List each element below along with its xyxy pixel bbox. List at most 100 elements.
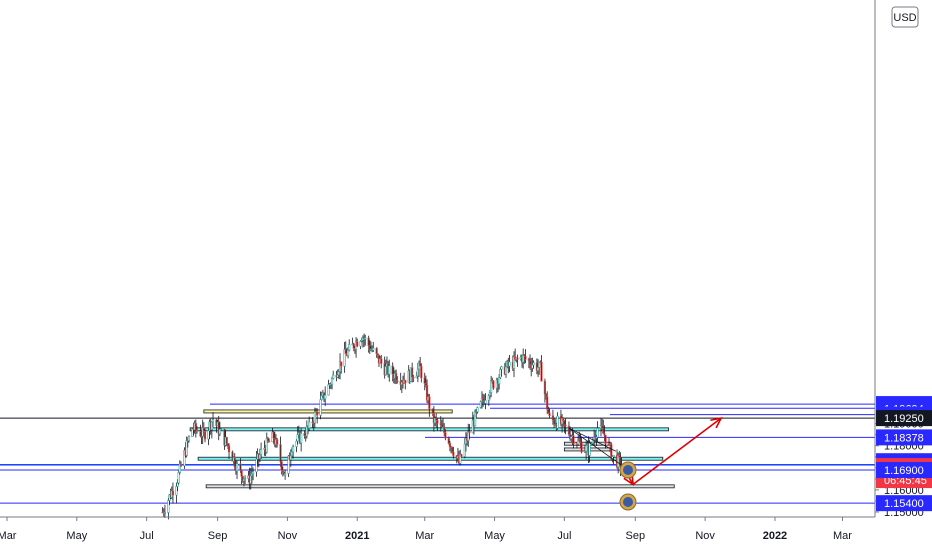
candle <box>356 338 359 347</box>
candle-body <box>295 440 298 447</box>
candle <box>384 359 387 376</box>
candle-body <box>436 420 439 424</box>
candle-body <box>448 443 452 448</box>
candle-body <box>251 471 255 475</box>
candle-body <box>443 426 446 433</box>
candle-body <box>250 473 254 477</box>
candle-body <box>499 369 502 378</box>
time-tick-label: Nov <box>278 530 298 542</box>
candle-body <box>508 361 511 367</box>
candle-body <box>601 425 604 429</box>
candle-body <box>290 451 294 457</box>
candle <box>343 341 346 373</box>
candle <box>276 437 279 448</box>
time-axis: Mar May Jul Sep Nov 2021 Mar May Jul Sep Nov 2022 Ma… <box>0 516 875 542</box>
candle-body <box>327 384 330 396</box>
candle-body <box>552 419 556 425</box>
candle-body <box>330 378 334 385</box>
candle-body <box>531 364 534 369</box>
candle-body <box>435 418 438 421</box>
candle-body <box>300 433 303 444</box>
zone-rectangle[interactable] <box>197 456 664 461</box>
candle-body <box>546 396 549 410</box>
zone-rectangle[interactable] <box>205 484 675 489</box>
candle <box>492 380 495 390</box>
candle-body <box>468 431 471 434</box>
candle-body <box>492 380 495 389</box>
candle-body <box>372 347 375 351</box>
candle-body <box>199 431 202 437</box>
candle-body <box>296 434 299 442</box>
time-tick-label: 2022 <box>763 530 787 542</box>
candle-body <box>488 392 492 396</box>
candle-body <box>266 438 270 442</box>
candle <box>171 482 175 504</box>
candle-body <box>551 415 555 421</box>
time-tick-label: 2021 <box>345 530 369 542</box>
candle <box>243 475 247 485</box>
candle-body <box>308 421 311 429</box>
candle-body <box>476 407 479 413</box>
candle <box>227 443 231 459</box>
flag-icon <box>623 465 633 475</box>
candle-body <box>419 362 422 367</box>
candle-body <box>612 454 615 457</box>
price-label-text: 1.19250 <box>884 413 924 425</box>
candle <box>327 379 330 396</box>
candle-body <box>211 419 215 423</box>
candle-body <box>207 430 210 440</box>
candle-body <box>352 343 355 349</box>
candle <box>194 419 197 438</box>
candle-body <box>490 380 493 393</box>
candle-body <box>580 442 583 453</box>
candle-body <box>431 408 434 414</box>
candle-body <box>356 341 359 347</box>
candle <box>512 351 516 378</box>
candle <box>217 415 220 441</box>
candle <box>580 437 583 454</box>
candle-body <box>532 362 535 366</box>
candle-body <box>344 349 347 354</box>
candle-body <box>396 380 399 383</box>
price-chart[interactable]: 1.150001.155001.160001.165001.170001.175… <box>0 0 932 550</box>
candle-body <box>226 443 229 447</box>
candle-body <box>337 371 341 376</box>
candle-body <box>272 431 275 439</box>
candle <box>516 354 519 367</box>
candle <box>375 347 378 358</box>
candle <box>535 358 539 375</box>
candle <box>372 342 375 353</box>
candle-body <box>395 373 398 382</box>
candle-body <box>572 435 575 444</box>
candle <box>380 354 383 369</box>
candle-body <box>604 434 607 444</box>
candle-body <box>303 433 306 437</box>
candle <box>280 460 283 475</box>
candle-body <box>219 428 223 431</box>
candle-body <box>528 360 532 366</box>
candle <box>596 421 599 443</box>
candle-body <box>460 454 463 457</box>
candle-body <box>484 400 487 404</box>
candle-body <box>487 395 490 401</box>
candle <box>404 379 407 390</box>
candle <box>311 417 314 428</box>
candle-body <box>194 423 197 431</box>
candle-body <box>267 440 271 443</box>
currency-badge[interactable]: USD <box>891 6 919 28</box>
candle-body <box>284 473 287 476</box>
time-tick-label: Mar <box>0 530 17 542</box>
zone-rectangle[interactable] <box>563 447 611 452</box>
price-label-text: 1.18378 <box>884 432 924 444</box>
candle-body <box>292 446 295 453</box>
candle <box>292 444 295 459</box>
candle-body <box>280 461 283 471</box>
candle-body <box>391 365 394 375</box>
candle-body <box>547 409 550 414</box>
candle <box>467 423 470 447</box>
zone-rectangle[interactable] <box>203 409 453 414</box>
candle-body <box>255 458 258 473</box>
candle-body <box>452 451 455 457</box>
candle-body <box>367 337 370 346</box>
candle <box>540 355 543 382</box>
